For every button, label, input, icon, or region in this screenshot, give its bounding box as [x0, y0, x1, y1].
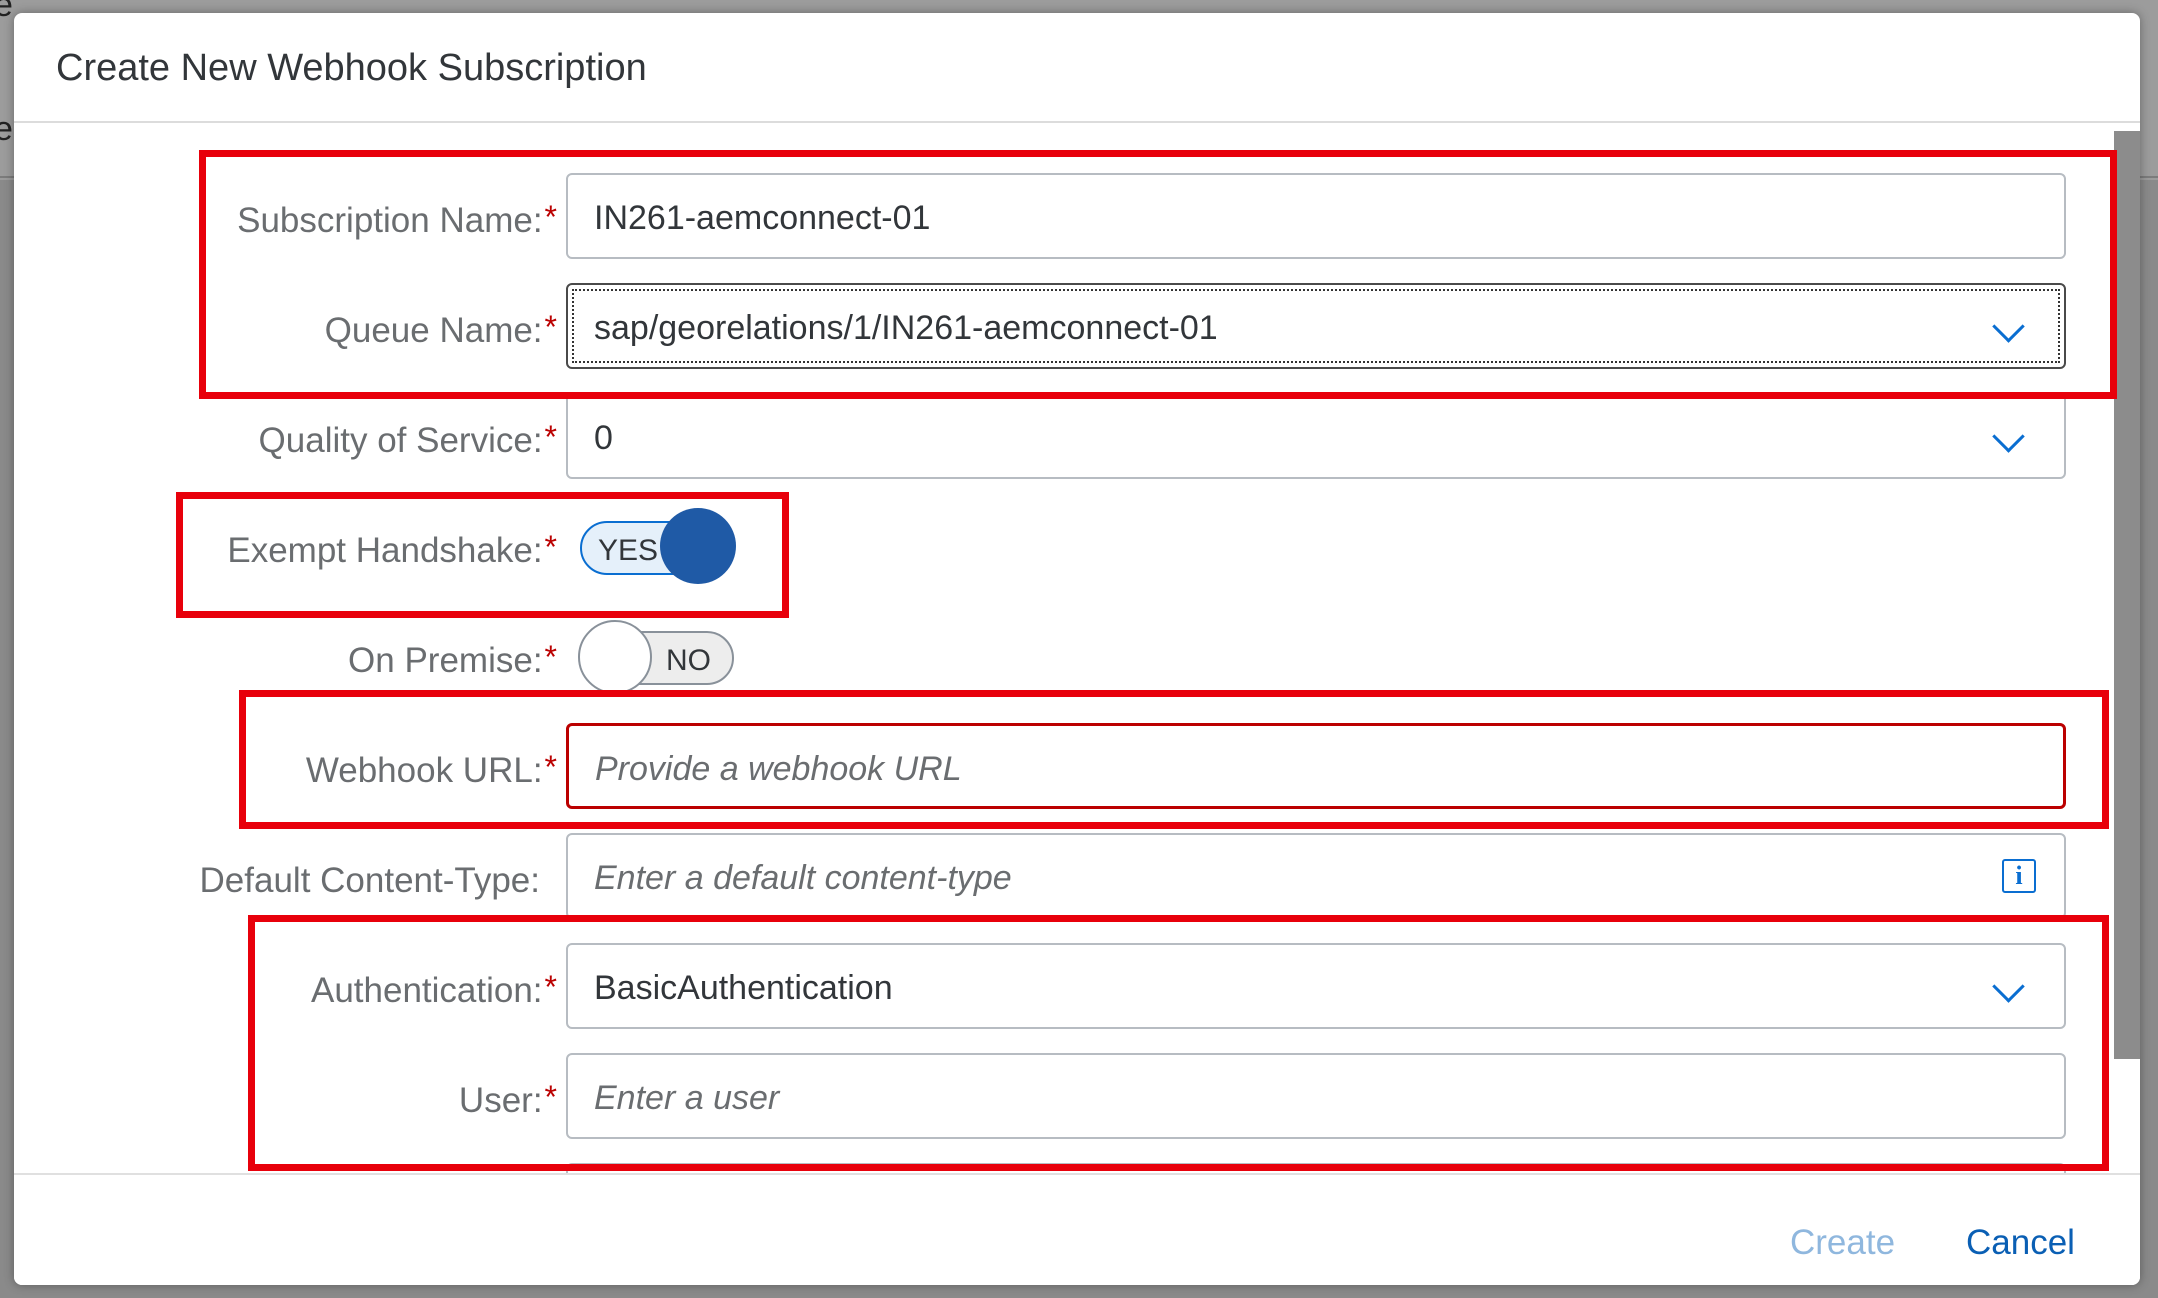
info-icon[interactable]: i — [2002, 859, 2036, 893]
default-content-type-placeholder: Enter a default content-type — [594, 859, 1012, 897]
required-marker: * — [544, 419, 557, 455]
create-button[interactable]: Create — [1790, 1223, 1895, 1263]
dialog-header: Create New Webhook Subscription — [14, 13, 2140, 123]
dialog-footer: Create Cancel — [14, 1173, 2140, 1285]
cancel-button[interactable]: Cancel — [1966, 1223, 2075, 1263]
annotation-box-webhook-url — [239, 690, 2109, 829]
annotation-box-subscription — [199, 150, 2117, 399]
background-text: e — [0, 110, 13, 148]
required-marker: * — [544, 639, 557, 675]
quality-of-service-label: Quality of Service:* — [258, 419, 557, 460]
create-webhook-dialog: Create New Webhook Subscription Subscrip… — [14, 13, 2140, 1285]
quality-of-service-select[interactable]: 0 — [566, 393, 2066, 479]
default-content-type-input[interactable]: Enter a default content-type i — [566, 833, 2066, 919]
dialog-title: Create New Webhook Subscription — [56, 47, 647, 89]
chevron-down-icon[interactable] — [1992, 420, 2025, 453]
on-premise-label: On Premise:* — [348, 639, 557, 680]
scrollbar-thumb[interactable] — [2114, 131, 2140, 1059]
switch-state-text: NO — [666, 644, 711, 677]
default-content-type-label: Default Content-Type: — [199, 861, 540, 900]
annotation-box-authentication — [248, 915, 2109, 1171]
quality-of-service-value: 0 — [594, 419, 613, 457]
switch-knob[interactable] — [578, 620, 652, 694]
annotation-box-exempt-handshake — [176, 492, 789, 618]
background-text: e — [0, 0, 13, 24]
on-premise-switch[interactable]: NO — [578, 620, 734, 694]
